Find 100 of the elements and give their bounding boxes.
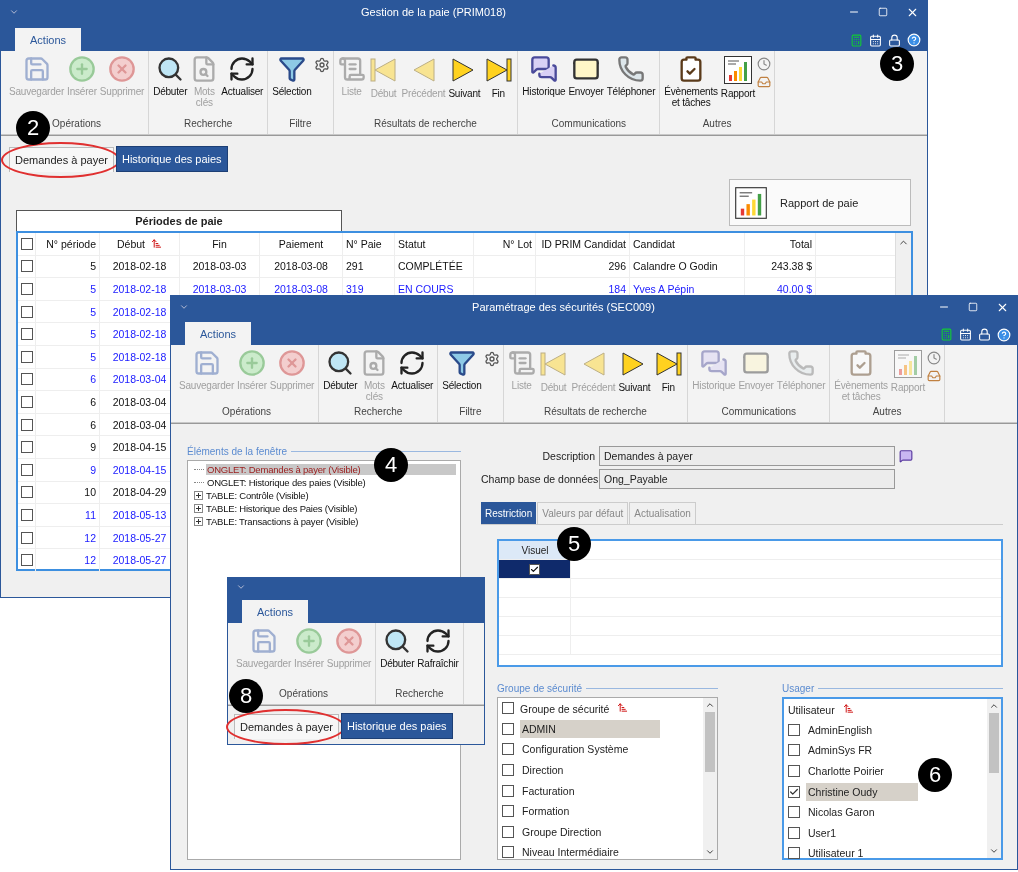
toolbar-button[interactable]: Débuter <box>152 55 189 97</box>
toolbar-button[interactable]: Débuter <box>379 627 416 669</box>
checkbox[interactable] <box>20 441 33 454</box>
calendar-icon[interactable] <box>869 33 882 47</box>
text-field[interactable]: Demandes à payer <box>599 446 895 466</box>
checkbox[interactable] <box>502 805 514 818</box>
list-item[interactable]: Christine Oudy <box>806 782 918 801</box>
tree-item[interactable]: ONGLET: Historique des paies (Visible) <box>206 477 367 488</box>
scrollbar[interactable] <box>703 698 717 859</box>
list-item[interactable]: Utilisateur 1 <box>806 844 866 863</box>
text-field[interactable]: Ong_Payable <box>599 469 895 489</box>
settings-icon[interactable] <box>313 57 330 73</box>
expand-icon[interactable] <box>194 517 203 526</box>
maximize-icon[interactable] <box>968 302 978 312</box>
tree-item[interactable]: TABLE: Contrôle (Visible) <box>205 490 310 501</box>
checkbox[interactable] <box>20 350 33 363</box>
checkbox[interactable] <box>20 260 33 273</box>
toolbar-button[interactable]: Téléphoner <box>605 55 657 97</box>
expand-icon[interactable] <box>194 491 203 500</box>
toolbar-button[interactable]: Envoyer <box>567 55 605 97</box>
ribbon-tab[interactable]: Actions <box>242 600 309 623</box>
column-header[interactable]: ID PRIM Candidat <box>536 233 630 255</box>
menu-icon[interactable] <box>236 582 246 592</box>
comment-icon[interactable] <box>899 449 913 463</box>
list-item[interactable]: Formation <box>520 802 572 821</box>
column-header[interactable]: Fin <box>180 233 260 255</box>
list-item[interactable]: Nicolas Garon <box>806 803 877 822</box>
calculator-icon[interactable] <box>940 328 953 341</box>
toolbar-button[interactable]: Rafraîchir <box>416 627 460 669</box>
menu-icon[interactable] <box>179 302 189 312</box>
list-item[interactable]: AdminEnglish <box>806 720 875 739</box>
report-button[interactable]: Rapport de paie <box>729 179 911 226</box>
column-header[interactable]: N° Paie <box>343 233 395 255</box>
scroll-down-icon[interactable] <box>705 847 715 857</box>
list-item[interactable]: Configuration Système <box>520 740 631 759</box>
checkbox[interactable] <box>788 806 800 819</box>
clock-icon[interactable] <box>757 57 772 71</box>
scrollbar[interactable] <box>987 699 1001 858</box>
sort-icon[interactable] <box>842 702 854 714</box>
list-item[interactable]: User1 <box>806 823 838 842</box>
checkbox[interactable] <box>502 702 514 715</box>
checkbox[interactable] <box>502 825 514 838</box>
checkbox[interactable] <box>20 418 33 431</box>
column-header[interactable]: Paiement <box>260 233 343 255</box>
toolbar-button[interactable]: Historique <box>521 55 567 97</box>
list-item[interactable]: Direction <box>520 761 566 780</box>
checkbox[interactable] <box>502 764 514 777</box>
toolbar-button[interactable]: Sélection <box>441 349 483 391</box>
clock-icon[interactable] <box>927 351 942 365</box>
checkbox[interactable] <box>20 373 33 386</box>
checkbox[interactable] <box>20 395 33 408</box>
menu-icon[interactable] <box>9 7 19 17</box>
scrollbar[interactable] <box>895 233 911 295</box>
checkbox[interactable] <box>788 723 800 736</box>
toolbar-button[interactable]: Rapport <box>719 55 757 99</box>
toolbar-button[interactable]: Sélection <box>271 55 313 97</box>
column-header[interactable]: Statut <box>395 233 474 255</box>
checkbox[interactable] <box>788 785 800 798</box>
page-tab[interactable]: Demandes à payer <box>234 714 339 739</box>
scroll-down-icon[interactable] <box>989 846 999 856</box>
checkbox[interactable] <box>20 531 33 544</box>
page-tab[interactable]: Demandes à payer <box>9 147 114 172</box>
sort-icon[interactable] <box>617 701 629 713</box>
toolbar-button[interactable]: Débuter <box>322 349 359 391</box>
checkbox[interactable] <box>20 554 33 567</box>
help-icon[interactable] <box>997 327 1011 342</box>
list-item[interactable]: AdminSys FR <box>806 741 875 760</box>
page-tab[interactable]: Historique des paies <box>340 713 453 739</box>
calendar-icon[interactable] <box>959 328 972 341</box>
ribbon-tab[interactable]: Actions <box>185 322 252 345</box>
checkbox[interactable] <box>502 784 514 797</box>
checkbox[interactable] <box>788 847 800 860</box>
checkbox[interactable] <box>502 722 514 735</box>
column-header[interactable]: Début <box>100 233 180 255</box>
sort-icon[interactable] <box>151 238 162 250</box>
checkbox[interactable] <box>20 283 33 295</box>
checkbox[interactable] <box>20 486 33 499</box>
toolbar-button[interactable]: Suivant <box>617 349 652 393</box>
toolbar-button[interactable]: Fin <box>482 55 515 99</box>
column-header[interactable]: N° période <box>36 233 100 255</box>
toolbar-button[interactable]: Suivant <box>447 55 482 99</box>
help-icon[interactable] <box>907 33 921 47</box>
column-header[interactable]: Utilisateur <box>788 702 854 716</box>
checkbox[interactable] <box>502 743 514 756</box>
list-item[interactable]: Groupe Direction <box>520 822 604 841</box>
checkbox[interactable] <box>529 563 540 575</box>
checkbox[interactable] <box>788 826 800 839</box>
lock-icon[interactable] <box>888 33 901 47</box>
page-tab[interactable]: Historique des paies <box>115 146 228 172</box>
calculator-icon[interactable] <box>850 33 863 47</box>
lock-icon[interactable] <box>978 328 991 341</box>
list-item[interactable]: Charlotte Poirier <box>806 762 886 781</box>
ribbon-tab[interactable]: Actions <box>15 28 82 51</box>
column-header[interactable]: Candidat <box>630 233 745 255</box>
toolbar-button[interactable]: Actualiser <box>220 55 265 97</box>
toolbar-button[interactable]: Évènements et tâches <box>663 55 719 108</box>
checkbox[interactable] <box>20 328 33 341</box>
tree-item[interactable]: TABLE: Historique des Paies (Visible) <box>205 503 359 514</box>
checkbox[interactable] <box>788 744 800 757</box>
tray-icon[interactable] <box>757 75 772 89</box>
